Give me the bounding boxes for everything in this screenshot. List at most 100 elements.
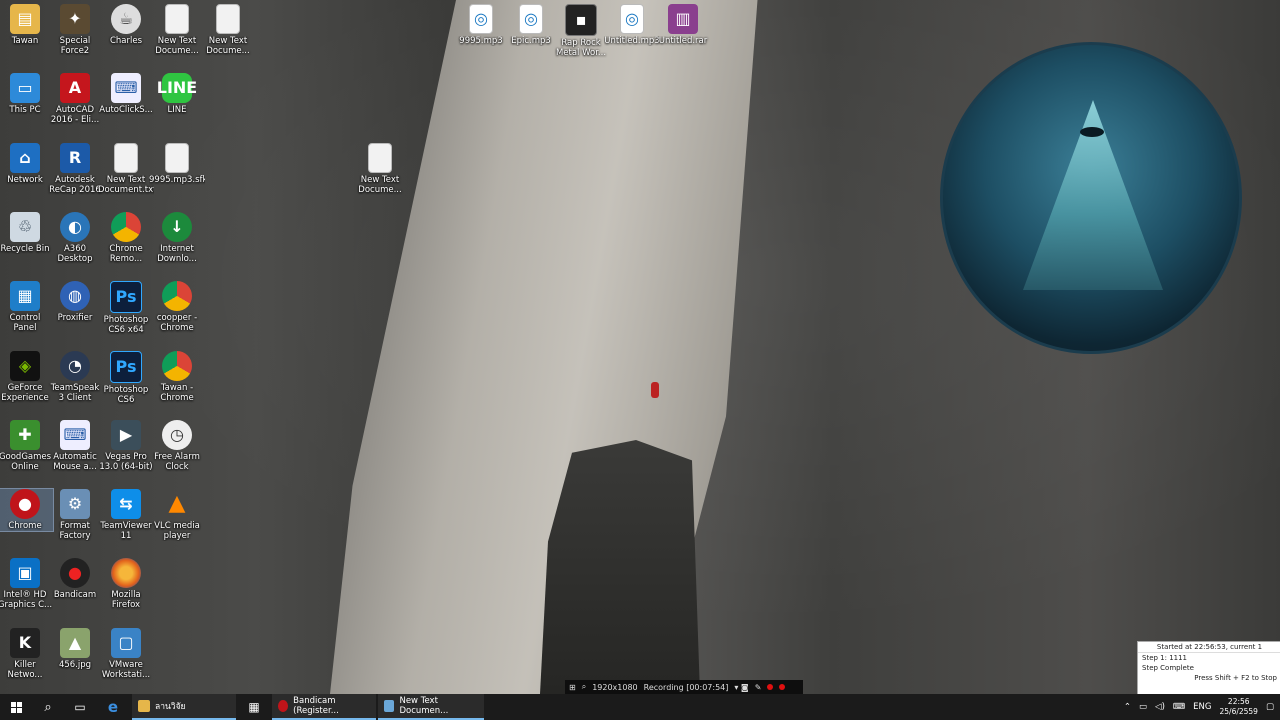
desktop-icon[interactable]: ▥ Untitled.rar <box>655 4 711 46</box>
rap-icon: ▪ <box>565 4 597 36</box>
desktop-icon[interactable]: ● Bandicam <box>47 558 103 600</box>
desktop-icon[interactable]: ▲ VLC media player <box>149 489 205 542</box>
desktop-icon[interactable]: ▶ Vegas Pro 13.0 (64-bit) <box>98 419 154 472</box>
desktop-icon[interactable]: Tawan - Chrome <box>149 350 205 403</box>
desktop-icon[interactable]: ◈ GeForce Experience <box>0 350 53 403</box>
desktop-icon[interactable]: ▣ Intel® HD Graphics C... <box>0 558 53 610</box>
desktop-icon-label: Network <box>7 174 43 185</box>
desktop-icon-label: AutoClickS... <box>99 105 153 116</box>
desktop-icon-label: Recycle Bin <box>0 243 50 254</box>
rar-icon: ▥ <box>668 4 698 34</box>
desktop-icon[interactable]: New Text Docume... <box>149 4 205 56</box>
desktop-icon[interactable]: ⇆ TeamViewer 11 <box>98 489 154 541</box>
desktop-icon[interactable]: ▤ Tawan <box>0 4 53 46</box>
doc-icon <box>165 142 189 173</box>
desktop-icon[interactable]: Mozilla Firefox <box>98 558 154 610</box>
bandicam-recording-bar[interactable]: ⊞ ⌕ 1920x1080 Recording [00:07:54] ▾ ◙ ✎ <box>565 680 803 694</box>
desktop-icon-label: Special Force2 <box>59 36 91 56</box>
task-view-icon[interactable]: ▭ <box>64 694 96 720</box>
desktop-icon[interactable]: LINE LINE <box>149 73 205 115</box>
desktop-icon[interactable]: ◷ Free Alarm Clock <box>149 419 205 472</box>
desktop-icon-label: Photoshop CS6 x64 <box>103 315 149 336</box>
desktop-icon[interactable]: Chrome Remo... <box>98 211 154 264</box>
desktop-icon-label: Automatic Mouse a... <box>53 451 97 472</box>
clock-time: 22:56 <box>1227 697 1250 706</box>
clock-icon: ◷ <box>162 419 192 450</box>
desktop-icon[interactable]: ⌂ Network <box>0 142 53 185</box>
desktop-icon[interactable]: ▲ 456.jpg <box>47 627 103 670</box>
desktop-icon[interactable]: ◍ Proxifier <box>47 281 103 323</box>
desktop-icon[interactable]: ▦ Control Panel <box>0 281 53 333</box>
stop-icon[interactable] <box>779 684 786 690</box>
network-icon[interactable]: ▭ <box>1139 702 1147 712</box>
taskbar-app-bandicam[interactable]: Bandicam (Register... <box>272 694 376 720</box>
desktop-icon[interactable]: ✦ Special Force2 <box>47 4 103 56</box>
pc-icon: ▭ <box>10 73 40 104</box>
desktop-icon[interactable]: 9995.mp3.sfk <box>149 142 205 185</box>
desktop-icon-label: Rap Rock Metal Wor... <box>555 38 607 58</box>
img-icon: ▲ <box>60 627 90 658</box>
tray-chevron-up-icon[interactable]: ⌃ <box>1124 702 1131 712</box>
desktop-icon-label: Untitled.mp3 <box>604 36 660 46</box>
kbd-icon: ⌨ <box>111 73 141 104</box>
desktop-icon[interactable]: A AutoCAD 2016 - Eli... <box>47 73 103 125</box>
taskbar-app-explorer[interactable]: ลานวิจัย <box>132 694 236 720</box>
desktop-icon[interactable]: K Killer Netwo... <box>0 627 53 680</box>
store-icon[interactable]: ▦ <box>238 694 270 720</box>
clock-date: 25/6/2559 <box>1219 707 1258 716</box>
desktop-icon[interactable]: ◐ A360 Desktop <box>47 211 103 264</box>
search-icon[interactable]: ⌕ <box>32 694 64 720</box>
desktop-icon-label: Intel® HD Graphics C... <box>0 590 53 611</box>
taskbar-app-label: New Text Documen... <box>399 696 449 716</box>
desktop-icon[interactable]: ↓ Internet Downlo... <box>149 211 205 264</box>
globe-icon: ◍ <box>60 281 90 312</box>
desktop-icon[interactable]: ⌨ AutoClickS... <box>98 73 154 115</box>
desktop-icon[interactable]: ▭ This PC <box>0 73 53 115</box>
folder-icon: ▤ <box>10 4 40 34</box>
acad-icon: A <box>60 73 90 104</box>
start-button[interactable] <box>0 694 32 720</box>
desktop-icon-label: Control Panel <box>9 313 41 334</box>
desktop-icon[interactable]: R Autodesk ReCap 2016 <box>47 142 103 195</box>
desktop-icon[interactable]: ▢ VMware Workstati... <box>98 627 154 680</box>
desktop-icon-label: New Text Docume... <box>206 36 250 56</box>
desktop-icon[interactable]: New Text Docume... <box>200 4 256 56</box>
record-icon[interactable] <box>767 684 774 690</box>
desktop-icon[interactable]: ◔ TeamSpeak 3 Client <box>47 350 103 403</box>
taskbar-clock[interactable]: 22:56 25/6/2559 <box>1220 697 1258 717</box>
desktop-icon[interactable]: ◎ 9995.mp3 <box>453 4 509 46</box>
sf2-icon: ✦ <box>60 4 90 34</box>
desktop-icon[interactable]: ● Chrome <box>0 488 54 533</box>
desktop-icon[interactable]: ◎ Untitled.mp3 <box>604 4 660 46</box>
desktop-icon[interactable]: ⌨ Automatic Mouse a... <box>47 419 103 472</box>
desktop-icon[interactable]: ⚙ Format Factory <box>47 489 103 541</box>
camera-icon[interactable]: ▾ ◙ <box>734 683 748 692</box>
desktop-icon-label: 9995.mp3.sfk <box>149 174 205 185</box>
volume-icon[interactable]: ◁) <box>1155 702 1165 712</box>
desktop-icon[interactable]: Ps Photoshop CS6 <box>98 350 154 405</box>
edge-icon[interactable]: e <box>97 694 129 720</box>
desktop-icon[interactable]: ◎ Epic.mp3 <box>503 4 559 46</box>
desktop-icon[interactable]: ✚ GoodGames Online <box>0 419 53 472</box>
desktop-icon[interactable]: ☕ Charles <box>98 4 154 46</box>
taskbar-app-notepad[interactable]: New Text Documen... <box>378 694 484 720</box>
desktop-icon[interactable]: coopper - Chrome <box>149 281 205 333</box>
language-indicator[interactable]: ENG <box>1193 702 1211 712</box>
desktop-icon-label: Charles <box>109 36 143 46</box>
zoom-icon[interactable]: ⌕ <box>582 682 586 692</box>
ime-icon[interactable]: ⌨ <box>1173 702 1185 712</box>
game-icon: ✚ <box>10 419 40 450</box>
desktop-icon[interactable]: New Text Document.txt <box>98 142 154 195</box>
desktop-icon[interactable]: ▪ Rap Rock Metal Wor... <box>553 4 609 58</box>
desktop-icon[interactable]: Ps Photoshop CS6 x64 <box>98 281 154 335</box>
desktop-icon-label: Epic.mp3 <box>511 36 551 46</box>
band-icon: ● <box>60 558 90 589</box>
desktop-icon-label: coopper - Chrome <box>156 313 198 334</box>
pencil-icon[interactable]: ✎ <box>755 683 762 692</box>
desktop-icon[interactable]: ♲ Recycle Bin <box>0 211 53 254</box>
notifications-icon[interactable]: ▢ <box>1266 702 1274 712</box>
windows-icon <box>10 701 22 713</box>
illuminati-desktop-widget <box>940 42 1242 354</box>
recording-resolution: 1920x1080 <box>592 682 638 692</box>
desktop-icon[interactable]: New Text Docume... <box>352 143 408 195</box>
